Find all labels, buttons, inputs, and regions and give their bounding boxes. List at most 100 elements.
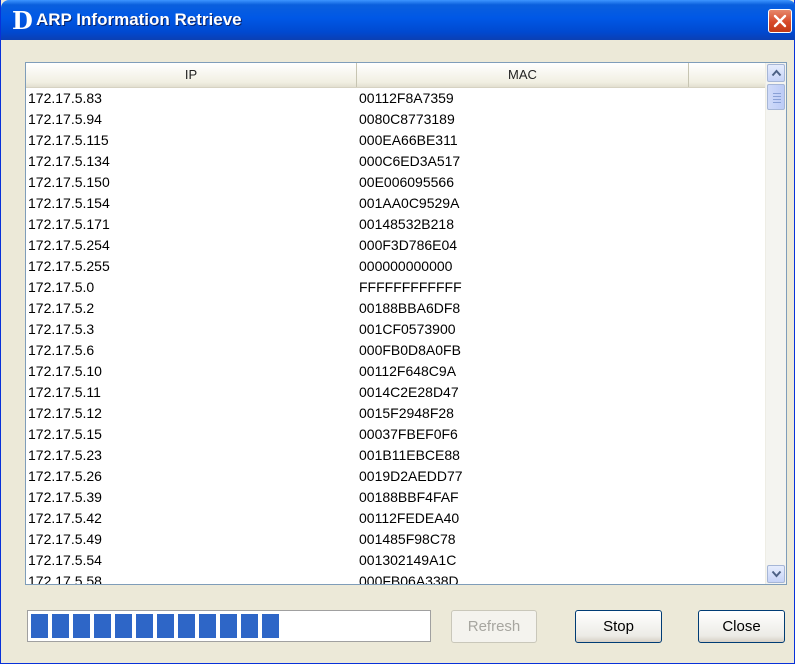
mac-cell: 000C6ED3A517 xyxy=(359,153,461,169)
mac-cell: 001B11EBCE88 xyxy=(359,447,460,463)
mac-cell: 001302149A1C xyxy=(359,552,457,568)
table-row[interactable]: 172.17.5.6 000FB0D8A0FB xyxy=(26,340,766,361)
table-row[interactable]: 172.17.5.15 00037FBEF0F6 xyxy=(26,424,766,445)
mac-cell: 00188BBF4FAF xyxy=(359,489,459,505)
scroll-up-button[interactable] xyxy=(767,64,785,82)
chevron-down-icon xyxy=(771,570,782,578)
mac-cell: 00037FBEF0F6 xyxy=(359,426,458,442)
table-row[interactable]: 172.17.5.2 00188BBA6DF8 xyxy=(26,298,766,319)
ip-cell: 172.17.5.115 xyxy=(28,132,109,148)
mac-cell: 0015F2948F28 xyxy=(359,405,454,421)
table-row[interactable]: 172.17.5.39 00188BBF4FAF xyxy=(26,487,766,508)
chevron-up-icon xyxy=(771,69,782,77)
table-header: IP MAC xyxy=(26,63,766,88)
refresh-button[interactable]: Refresh xyxy=(451,610,537,643)
ip-cell: 172.17.5.94 xyxy=(28,111,102,127)
column-header-filler xyxy=(689,63,766,87)
table-row[interactable]: 172.17.5.254 000F3D786E04 xyxy=(26,235,766,256)
ip-cell: 172.17.5.10 xyxy=(28,363,102,379)
table-row[interactable]: 172.17.5.255 000000000000 xyxy=(26,256,766,277)
mac-cell: 0080C8773189 xyxy=(359,111,455,127)
mac-cell: 001CF0573900 xyxy=(359,321,456,337)
mac-cell: FFFFFFFFFFFF xyxy=(359,279,462,295)
table-row[interactable]: 172.17.5.0 FFFFFFFFFFFF xyxy=(26,277,766,298)
ip-cell: 172.17.5.49 xyxy=(28,531,102,547)
ip-cell: 172.17.5.6 xyxy=(28,342,95,358)
title-bar[interactable]: D ARP Information Retrieve xyxy=(1,0,795,40)
mac-cell: 000FB0D8A0FB xyxy=(359,342,461,358)
mac-cell: 000000000000 xyxy=(359,258,453,274)
table-row[interactable]: 172.17.5.115 000EA66BE311 xyxy=(26,130,766,151)
table-row[interactable]: 172.17.5.23 001B11EBCE88 xyxy=(26,445,766,466)
column-header-mac[interactable]: MAC xyxy=(357,63,689,87)
mac-cell: 000EA66BE311 xyxy=(359,132,458,148)
table-row[interactable]: 172.17.5.54 001302149A1C xyxy=(26,550,766,571)
arp-table[interactable]: IP MAC 172.17.5.83 00112F8A7359 172.17.5.9… xyxy=(25,62,787,585)
table-row[interactable]: 172.17.5.11 0014C2E28D47 xyxy=(26,382,766,403)
table-row[interactable]: 172.17.5.26 0019D2AEDD77 xyxy=(26,466,766,487)
mac-cell: 0019D2AEDD77 xyxy=(359,468,463,484)
vertical-scrollbar[interactable] xyxy=(765,63,786,584)
progress-block xyxy=(94,614,111,638)
stop-button[interactable]: Stop xyxy=(575,610,662,643)
ip-cell: 172.17.5.154 xyxy=(28,195,110,211)
table-row[interactable]: 172.17.5.94 0080C8773189 xyxy=(26,109,766,130)
progress-block xyxy=(157,614,174,638)
mac-cell: 00112FEDEA40 xyxy=(359,510,460,526)
ip-cell: 172.17.5.134 xyxy=(28,153,110,169)
close-button[interactable]: Close xyxy=(698,610,785,643)
mac-cell: 00148532B218 xyxy=(359,216,454,232)
ip-cell: 172.17.5.11 xyxy=(28,384,101,400)
ip-cell: 172.17.5.54 xyxy=(28,552,102,568)
mac-cell: 00112F8A7359 xyxy=(359,90,454,106)
progress-block xyxy=(262,614,279,638)
mac-cell: 00E006095566 xyxy=(359,174,454,190)
table-row[interactable]: 172.17.5.134 000C6ED3A517 xyxy=(26,151,766,172)
mac-cell: 00112F648C9A xyxy=(359,363,457,379)
window-close-icon[interactable] xyxy=(768,9,792,33)
table-row[interactable]: 172.17.5.10 00112F648C9A xyxy=(26,361,766,382)
dlink-logo: D xyxy=(12,6,33,35)
progress-block xyxy=(241,614,258,638)
progress-block xyxy=(52,614,69,638)
table-row[interactable]: 172.17.5.171 00148532B218 xyxy=(26,214,766,235)
table-row[interactable]: 172.17.5.154 001AA0C9529A xyxy=(26,193,766,214)
scroll-down-button[interactable] xyxy=(767,565,785,583)
table-row[interactable]: 172.17.5.150 00E006095566 xyxy=(26,172,766,193)
ip-cell: 172.17.5.150 xyxy=(28,174,110,190)
progress-block xyxy=(115,614,132,638)
mac-cell: 0014C2E28D47 xyxy=(359,384,459,400)
ip-cell: 172.17.5.0 xyxy=(28,279,95,295)
table-rows: 172.17.5.83 00112F8A7359 172.17.5.94 0080C8… xyxy=(26,88,766,585)
ip-cell: 172.17.5.3 xyxy=(28,321,95,337)
mac-cell: 001485F98C78 xyxy=(359,531,456,547)
scroll-thumb[interactable] xyxy=(767,84,785,110)
table-row[interactable]: 172.17.5.3 001CF0573900 xyxy=(26,319,766,340)
ip-cell: 172.17.5.2 xyxy=(28,300,95,316)
table-row[interactable]: 172.17.5.12 0015F2948F28 xyxy=(26,403,766,424)
mac-cell: 001AA0C9529A xyxy=(359,195,460,211)
column-header-ip[interactable]: IP xyxy=(26,63,357,87)
mac-cell: 000FB06A338D xyxy=(359,573,459,585)
table-row[interactable]: 172.17.5.49 001485F98C78 xyxy=(26,529,766,550)
mac-cell: 00188BBA6DF8 xyxy=(359,300,461,316)
progress-block xyxy=(199,614,216,638)
ip-cell: 172.17.5.254 xyxy=(28,237,110,253)
table-row[interactable]: 172.17.5.58 000FB06A338D xyxy=(26,571,766,585)
ip-cell: 172.17.5.12 xyxy=(28,405,102,421)
progress-block xyxy=(178,614,195,638)
table-row[interactable]: 172.17.5.42 00112FEDEA40 xyxy=(26,508,766,529)
progress-block xyxy=(136,614,153,638)
ip-cell: 172.17.5.23 xyxy=(28,447,102,463)
table-row[interactable]: 172.17.5.83 00112F8A7359 xyxy=(26,88,766,109)
ip-cell: 172.17.5.39 xyxy=(28,489,102,505)
progress-bar xyxy=(27,610,431,642)
mac-cell: 000F3D786E04 xyxy=(359,237,458,253)
dialog-body: IP MAC 172.17.5.83 00112F8A7359 172.17.5.9… xyxy=(6,40,790,655)
ip-cell: 172.17.5.171 xyxy=(28,216,110,232)
ip-cell: 172.17.5.15 xyxy=(28,426,102,442)
ip-cell: 172.17.5.26 xyxy=(28,468,102,484)
ip-cell: 172.17.5.42 xyxy=(28,510,102,526)
ip-cell: 172.17.5.58 xyxy=(28,573,102,585)
arp-dialog-window: D ARP Information Retrieve IP MAC 172.17… xyxy=(0,0,795,664)
